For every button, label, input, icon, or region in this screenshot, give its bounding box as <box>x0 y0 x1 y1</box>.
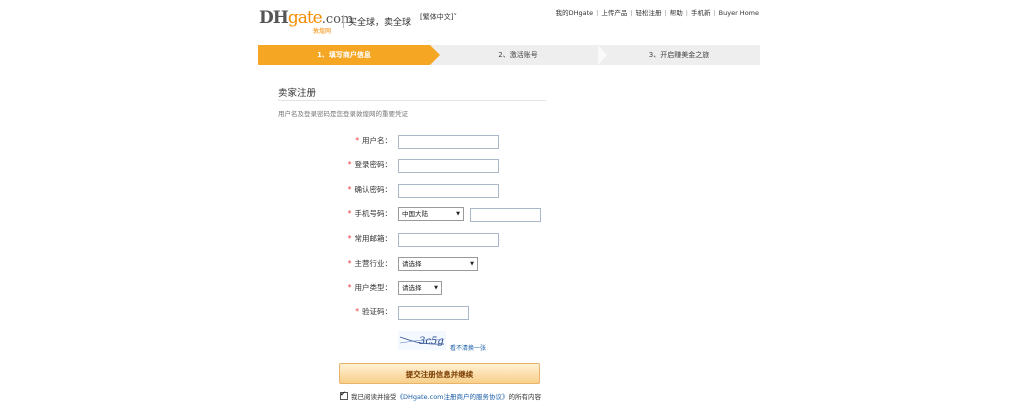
required-mark: * <box>355 307 359 316</box>
divider: | <box>596 9 599 17</box>
username-row: * 用户名： <box>0 134 1018 150</box>
industry-select[interactable]: 请选择 ▼ <box>398 257 478 271</box>
step-3: 3、开启赚美金之旅 <box>598 45 760 65</box>
required-mark: * <box>355 136 359 145</box>
divider: | <box>685 9 688 17</box>
email-label: * 常用邮箱： <box>296 232 392 245</box>
step-2-label: 2、激活账号 <box>498 51 538 59</box>
required-mark: * <box>347 283 352 292</box>
chevron-down-icon: ˅ <box>453 13 457 21</box>
captcha-text: 3c5g <box>419 336 444 347</box>
user-type-label: * 用户类型： <box>296 281 392 294</box>
captcha-refresh-link[interactable]: 看不清换一张 <box>450 343 486 352</box>
top-link-buyer-home[interactable]: Buyer Home <box>719 9 759 17</box>
required-mark: * <box>347 259 352 268</box>
required-mark: * <box>347 234 352 243</box>
language-selector[interactable]: [繁体中文]˅ <box>420 12 457 22</box>
email-label-text: 常用邮箱： <box>354 234 393 243</box>
top-link-upload-product[interactable]: 上传产品 <box>601 9 627 17</box>
industry-label-text: 主营行业： <box>354 259 393 268</box>
logo-gate: gate <box>287 8 323 28</box>
password-label: * 登录密码： <box>296 158 392 171</box>
user-type-row: * 用户类型： 请选择 ▼ <box>0 281 1018 297</box>
user-type-label-text: 用户类型： <box>354 283 393 292</box>
phone-region-value: 中国大陆 <box>402 210 428 218</box>
username-label-text: 用户名： <box>362 136 392 145</box>
captcha-label-text: 验证码： <box>362 307 392 316</box>
top-link-easy-register[interactable]: 轻松注册 <box>636 9 662 17</box>
divider: | <box>630 9 633 17</box>
submit-button[interactable]: 提交注册信息并继续 <box>339 363 540 384</box>
step-1: 1、填写商户信息 <box>258 45 440 65</box>
dropdown-arrow-icon: ▼ <box>470 261 474 267</box>
confirm-password-label-text: 确认密码： <box>354 185 393 194</box>
divider <box>278 100 546 101</box>
language-label: [繁体中文] <box>420 13 454 21</box>
required-mark: * <box>347 209 352 218</box>
step-1-label: 1、填写商户信息 <box>317 51 371 59</box>
captcha-label: * 验证码： <box>296 305 392 318</box>
user-type-select[interactable]: 请选择 ▼ <box>398 281 442 295</box>
captcha-image: 3c5g <box>398 331 446 350</box>
username-input[interactable] <box>398 135 499 149</box>
divider: | <box>713 9 716 17</box>
confirm-password-input[interactable] <box>398 184 499 198</box>
password-row: * 登录密码： <box>0 158 1018 174</box>
industry-label: * 主营行业： <box>296 257 392 270</box>
username-label: * 用户名： <box>296 134 392 147</box>
password-input[interactable] <box>398 159 499 173</box>
email-input[interactable] <box>398 233 499 247</box>
page-title: 卖家注册 <box>278 88 317 99</box>
section-description: 用户名及登录密码是您登录敦煌网的重要凭证 <box>278 110 408 118</box>
top-link-help[interactable]: 帮助 <box>670 9 683 17</box>
phone-label: * 手机号码： <box>296 207 392 220</box>
confirm-password-label: * 确认密码： <box>296 183 392 196</box>
top-links: 我的DHgate | 上传产品 | 轻松注册 | 帮助 | 手机新 | Buyer Home <box>556 7 759 17</box>
captcha-input[interactable] <box>398 306 469 320</box>
site-header: DHgate.com 敦煌网 买全球，卖全球 [繁体中文]˅ 我的DHgate |… <box>0 0 1018 44</box>
phone-number-input[interactable] <box>470 208 541 222</box>
registration-steps: 1、填写商户信息 2、激活账号 3、开启赚美金之旅 <box>258 45 760 65</box>
top-link-my-dhgate[interactable]: 我的DHgate <box>556 9 594 17</box>
logo-subtitle: 敦煌网 <box>313 28 332 35</box>
dhgate-logo[interactable]: DHgate.com 敦煌网 <box>259 8 353 36</box>
top-link-mobile[interactable]: 手机新 <box>691 9 711 17</box>
phone-region-select[interactable]: 中国大陆 ▼ <box>398 207 464 221</box>
dropdown-arrow-icon: ▼ <box>456 211 460 217</box>
step-2: 2、激活账号 <box>438 45 598 65</box>
email-row: * 常用邮箱： <box>0 232 1018 248</box>
user-type-selected-value: 请选择 <box>402 284 422 292</box>
required-mark: * <box>347 185 352 194</box>
industry-row: * 主营行业： 请选择 ▼ <box>0 257 1018 273</box>
required-mark: * <box>347 160 352 169</box>
step-3-label: 3、开启赚美金之旅 <box>648 51 710 59</box>
phone-row: * 手机号码： 中国大陆 ▼ <box>0 207 1018 223</box>
confirm-password-row: * 确认密码： <box>0 183 1018 199</box>
phone-label-text: 手机号码： <box>354 209 393 218</box>
logo-dh: DH <box>259 8 289 28</box>
industry-selected-value: 请选择 <box>402 260 422 268</box>
password-label-text: 登录密码： <box>354 160 393 169</box>
divider: | <box>664 9 667 17</box>
agreement-checkbox[interactable] <box>340 390 348 400</box>
captcha-row: * 验证码： <box>0 305 1018 321</box>
dropdown-arrow-icon: ▼ <box>434 285 438 291</box>
site-slogan: 买全球，卖全球 <box>343 15 411 28</box>
